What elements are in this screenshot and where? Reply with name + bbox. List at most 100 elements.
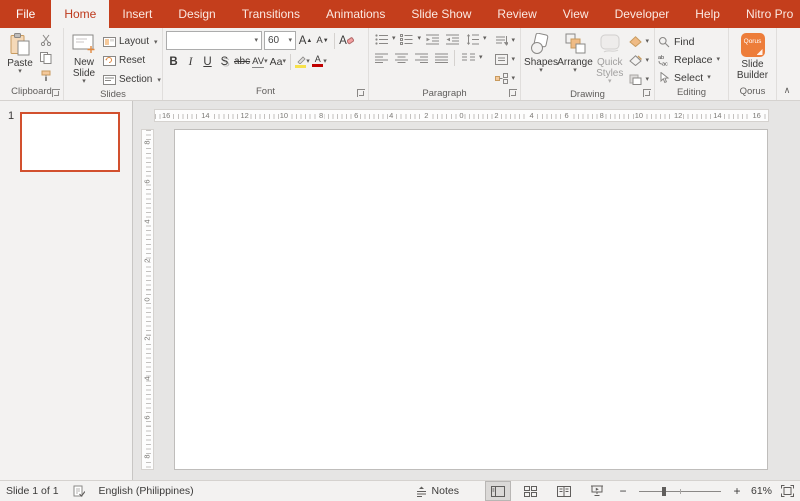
collapse-ribbon-button[interactable]: ∧ bbox=[784, 85, 791, 96]
character-spacing-button[interactable]: AV ▾ bbox=[252, 53, 267, 70]
bold-button[interactable]: B bbox=[166, 53, 181, 70]
slide-indicator: Slide 1 of 1 bbox=[6, 485, 59, 497]
columns-button[interactable] bbox=[459, 50, 477, 66]
shrink-font-button[interactable]: A▼ bbox=[315, 32, 330, 49]
font-dialog-launcher[interactable] bbox=[357, 89, 365, 97]
new-slide-button[interactable]: New Slide ▾ bbox=[67, 31, 101, 87]
shape-outline-button[interactable]: ▾ bbox=[627, 52, 651, 69]
format-painter-button[interactable] bbox=[37, 68, 55, 84]
tab-transitions[interactable]: Transitions bbox=[229, 0, 313, 28]
ruler-number: 14 bbox=[712, 111, 722, 120]
group-editing: Find ab ac Replace ▾ Select ▾ bbox=[655, 28, 729, 100]
font-color-button[interactable]: A ▾ bbox=[312, 53, 327, 70]
font-name-combobox[interactable]: ▾ bbox=[166, 31, 262, 50]
zoom-slider[interactable] bbox=[639, 491, 721, 492]
tab-view[interactable]: View bbox=[550, 0, 602, 28]
tab-design[interactable]: Design bbox=[165, 0, 228, 28]
italic-button[interactable]: I bbox=[183, 53, 198, 70]
paragraph-dialog-launcher[interactable] bbox=[509, 89, 517, 97]
strikethrough-button[interactable]: abc bbox=[234, 53, 250, 70]
tab-insert[interactable]: Insert bbox=[109, 0, 165, 28]
align-text-button[interactable]: ▾ bbox=[493, 51, 517, 68]
numbering-button[interactable] bbox=[398, 31, 416, 47]
align-center-icon bbox=[395, 53, 408, 63]
line-spacing-button[interactable] bbox=[463, 31, 481, 47]
justify-button[interactable] bbox=[432, 50, 450, 66]
zoom-slider-thumb[interactable] bbox=[662, 487, 666, 496]
tab-file[interactable]: File bbox=[0, 0, 51, 28]
line-spacing-icon bbox=[466, 34, 479, 45]
align-left-button[interactable] bbox=[372, 50, 390, 66]
align-right-button[interactable] bbox=[412, 50, 430, 66]
cut-button[interactable] bbox=[37, 32, 55, 48]
shapes-button[interactable]: Shapes ▾ bbox=[524, 31, 558, 76]
reset-button[interactable]: Reset bbox=[101, 52, 163, 69]
convert-to-smartart-button[interactable]: ▾ bbox=[493, 70, 517, 87]
arrange-button[interactable]: Arrange ▾ bbox=[558, 31, 592, 76]
zoom-in-button[interactable]: + bbox=[732, 484, 742, 498]
slide-sorter-view-button[interactable] bbox=[519, 482, 543, 500]
tab-nitro-pro[interactable]: Nitro Pro bbox=[733, 0, 800, 28]
ruler-number: 8 bbox=[318, 111, 324, 120]
dropdown-caret-icon: ▾ bbox=[645, 58, 649, 64]
tab-slide-show[interactable]: Slide Show bbox=[398, 0, 484, 28]
quick-styles-button[interactable]: Quick Styles ▾ bbox=[592, 31, 627, 87]
tab-developer[interactable]: Developer bbox=[602, 0, 683, 28]
section-button[interactable]: Section ▾ bbox=[101, 71, 163, 88]
text-shadow-button[interactable]: S bbox=[217, 53, 232, 70]
increase-indent-button[interactable] bbox=[443, 31, 461, 47]
dropdown-caret-icon: ▾ bbox=[511, 76, 515, 82]
layout-button[interactable]: Layout ▾ bbox=[101, 33, 163, 50]
text-direction-icon bbox=[495, 35, 508, 46]
group-drawing: Shapes ▾ Arrange ▾ Quick Styles ▾ bbox=[521, 28, 655, 100]
ruler-number: 2 bbox=[143, 258, 152, 262]
notes-button[interactable]: Notes bbox=[416, 485, 459, 497]
underline-button[interactable]: U bbox=[200, 53, 215, 70]
normal-view-button[interactable] bbox=[486, 482, 510, 500]
zoom-out-button[interactable]: − bbox=[618, 484, 628, 498]
ruler-number: 6 bbox=[353, 111, 359, 120]
slide-thumbnail[interactable] bbox=[20, 112, 120, 172]
copy-button[interactable] bbox=[37, 50, 55, 66]
tab-review[interactable]: Review bbox=[484, 0, 549, 28]
group-font: ▾ 60 ▾ A▲ A▼ A bbox=[163, 28, 369, 100]
fit-slide-to-window-icon[interactable] bbox=[781, 485, 794, 497]
bullets-button[interactable] bbox=[372, 31, 390, 47]
ruler-number: 0 bbox=[143, 297, 152, 301]
font-size-combobox[interactable]: 60 ▾ bbox=[264, 31, 296, 50]
decrease-indent-button[interactable] bbox=[423, 31, 441, 47]
slide-canvas[interactable] bbox=[174, 129, 768, 470]
quick-styles-icon bbox=[598, 33, 622, 55]
tab-animations[interactable]: Animations bbox=[313, 0, 398, 28]
text-direction-button[interactable]: ▾ bbox=[493, 32, 517, 49]
arrange-icon bbox=[564, 33, 586, 55]
slide-show-view-button[interactable] bbox=[585, 482, 609, 500]
smartart-icon bbox=[495, 73, 508, 84]
select-button[interactable]: Select ▾ bbox=[658, 69, 720, 86]
find-button[interactable]: Find bbox=[658, 33, 720, 50]
tab-home[interactable]: Home bbox=[51, 0, 109, 28]
qorus-icon: Qorus bbox=[741, 33, 765, 57]
shape-fill-button[interactable]: ▾ bbox=[627, 33, 651, 50]
group-slides: New Slide ▾ Layout ▾ bbox=[64, 28, 163, 100]
increase-indent-icon bbox=[446, 34, 459, 45]
change-case-button[interactable]: Aa ▾ bbox=[270, 53, 286, 70]
zoom-level[interactable]: 61% bbox=[751, 485, 772, 497]
align-right-icon bbox=[415, 53, 428, 63]
slide-builder-button[interactable]: Qorus Slide Builder bbox=[732, 31, 773, 83]
caret-up-icon: ▲ bbox=[306, 38, 312, 44]
grow-font-button[interactable]: A▲ bbox=[298, 32, 313, 49]
replace-button[interactable]: ab ac Replace ▾ bbox=[658, 51, 720, 68]
paste-button[interactable]: Paste ▾ bbox=[3, 31, 37, 77]
spell-check-icon[interactable] bbox=[73, 485, 85, 498]
language-indicator[interactable]: English (Philippines) bbox=[99, 485, 194, 497]
align-center-button[interactable] bbox=[392, 50, 410, 66]
clipboard-dialog-launcher[interactable] bbox=[52, 89, 60, 97]
text-highlight-button[interactable]: ▾ bbox=[295, 53, 310, 70]
dropdown-caret-icon: ▾ bbox=[306, 59, 310, 65]
drawing-dialog-launcher[interactable] bbox=[643, 89, 651, 97]
clear-formatting-button[interactable]: A bbox=[339, 32, 354, 49]
shape-effects-button[interactable]: ▾ bbox=[627, 71, 651, 88]
tab-help[interactable]: Help bbox=[682, 0, 733, 28]
reading-view-button[interactable] bbox=[552, 482, 576, 500]
